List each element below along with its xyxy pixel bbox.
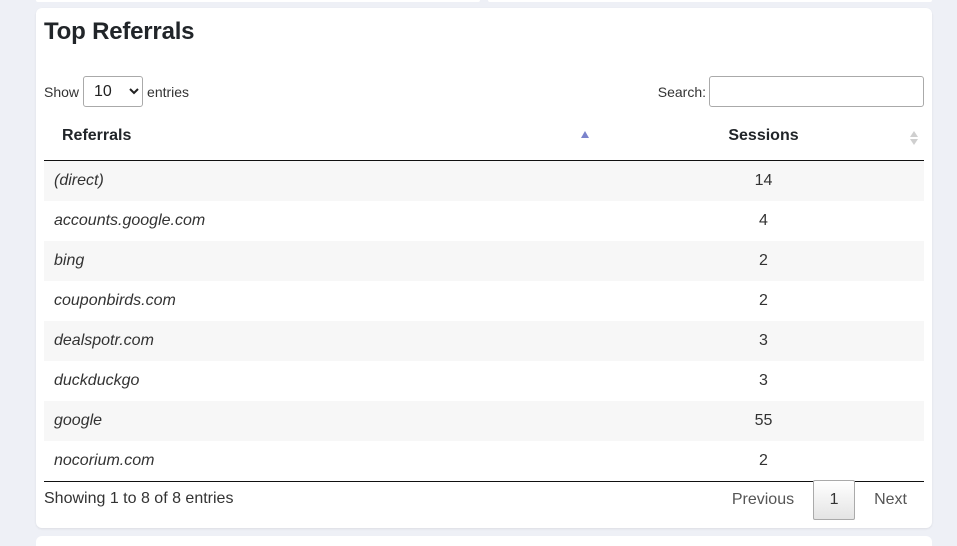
column-label: Sessions bbox=[728, 127, 799, 145]
table-row: duckduckgo 3 bbox=[44, 360, 924, 401]
sort-both-icon bbox=[910, 131, 918, 147]
page-1-button[interactable]: 1 bbox=[813, 480, 856, 520]
previous-page-button[interactable]: Previous bbox=[715, 480, 811, 520]
table-row: google 55 bbox=[44, 400, 924, 441]
sessions-cell: 2 bbox=[603, 280, 924, 321]
referral-cell: couponbirds.com bbox=[44, 280, 603, 321]
pagination: Previous 1 Next bbox=[715, 480, 924, 520]
referral-cell: nocorium.com bbox=[44, 440, 603, 482]
table-row: (direct) 14 bbox=[44, 160, 924, 201]
entries-label: entries bbox=[147, 83, 190, 100]
top-referrals-card: Top Referrals Show 10 25 50 100 entries … bbox=[36, 8, 932, 528]
table-row: accounts.google.com 4 bbox=[44, 200, 924, 241]
referral-cell: bing bbox=[44, 240, 603, 281]
table-header-row: Referrals Sessions bbox=[44, 113, 924, 161]
sort-ascending-icon bbox=[581, 131, 589, 138]
entries-per-page-select[interactable]: 10 25 50 100 bbox=[83, 76, 144, 107]
referral-cell: accounts.google.com bbox=[44, 200, 603, 241]
referral-cell: duckduckgo bbox=[44, 360, 603, 401]
card-title: Top Referrals bbox=[44, 18, 195, 45]
card-edge-top-right bbox=[488, 0, 932, 2]
table-row: bing 2 bbox=[44, 240, 924, 281]
referral-cell: google bbox=[44, 400, 603, 441]
table-row: couponbirds.com 2 bbox=[44, 280, 924, 321]
search-input[interactable] bbox=[709, 76, 924, 107]
search-label: Search: bbox=[657, 83, 706, 100]
sessions-cell: 2 bbox=[603, 440, 924, 482]
sessions-cell: 14 bbox=[603, 160, 924, 201]
sessions-cell: 3 bbox=[603, 360, 924, 401]
referral-cell: (direct) bbox=[44, 160, 603, 201]
table-row: nocorium.com 2 bbox=[44, 440, 924, 482]
column-header-sessions[interactable]: Sessions bbox=[603, 113, 924, 161]
sessions-cell: 4 bbox=[603, 200, 924, 241]
referral-cell: dealspotr.com bbox=[44, 320, 603, 361]
referrals-table: Referrals Sessions (direct) 14 accounts.… bbox=[44, 113, 924, 482]
entries-length-control: Show 10 25 50 100 entries bbox=[44, 76, 189, 107]
show-label: Show bbox=[44, 83, 80, 100]
sessions-cell: 55 bbox=[603, 400, 924, 441]
card-edge-top-left bbox=[36, 0, 480, 2]
column-header-referrals[interactable]: Referrals bbox=[44, 113, 603, 161]
table-info-text: Showing 1 to 8 of 8 entries bbox=[44, 490, 234, 507]
sessions-cell: 3 bbox=[603, 320, 924, 361]
table-row: dealspotr.com 3 bbox=[44, 320, 924, 361]
sessions-cell: 2 bbox=[603, 240, 924, 281]
search-control: Search: bbox=[658, 76, 924, 107]
next-card-edge bbox=[36, 536, 932, 546]
column-label: Referrals bbox=[62, 127, 132, 145]
next-page-button[interactable]: Next bbox=[857, 480, 924, 520]
